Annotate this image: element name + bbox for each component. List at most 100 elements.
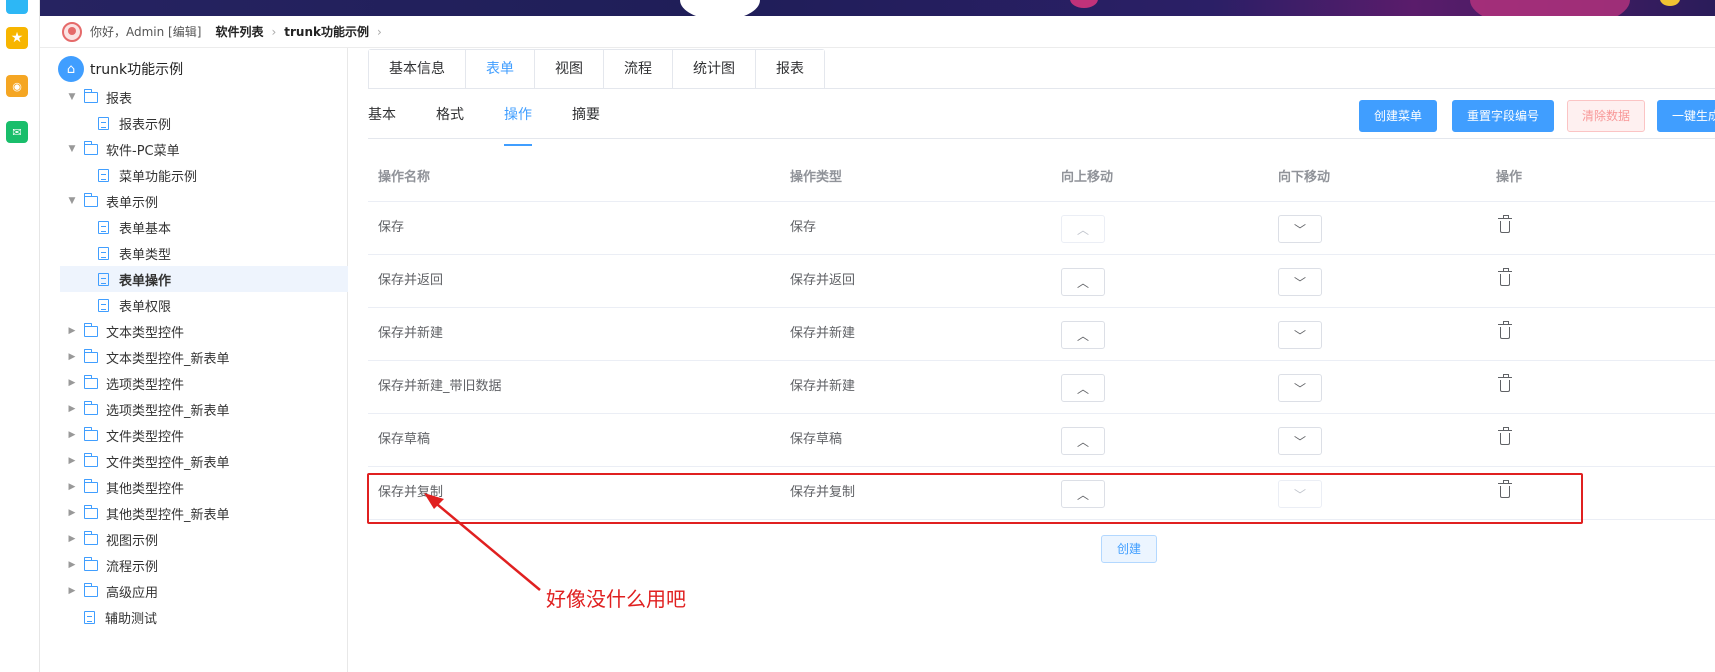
caret-right-icon[interactable]: ▶ — [66, 378, 78, 388]
caret-right-icon[interactable]: ▶ — [66, 586, 78, 596]
subtab-summary[interactable]: 摘要 — [572, 100, 600, 138]
document-icon — [98, 272, 109, 286]
th-actions: 操作 — [1496, 170, 1523, 185]
tab-view[interactable]: 视图 — [535, 50, 604, 89]
trash-icon[interactable] — [1498, 215, 1512, 233]
tree-node[interactable]: 报表示例 — [98, 110, 171, 136]
caret-right-icon[interactable]: ▶ — [66, 430, 78, 440]
tab-flow[interactable]: 流程 — [604, 50, 673, 89]
subtab-operation[interactable]: 操作 — [504, 100, 532, 146]
move-up-button[interactable]: ︿ — [1061, 268, 1105, 296]
sub-tabs: 基本 格式 操作 摘要 — [368, 100, 640, 146]
move-down-button[interactable]: ﹀ — [1278, 374, 1322, 402]
breadcrumb-trunk[interactable]: trunk功能示例 — [284, 23, 369, 40]
tree-root[interactable]: ⌂ trunk功能示例 — [58, 56, 183, 82]
tree-node[interactable]: ▼ 表单示例 — [66, 188, 158, 214]
caret-right-icon[interactable]: ▶ — [66, 534, 78, 544]
trash-icon[interactable] — [1498, 374, 1512, 392]
tree-node[interactable]: 表单基本 — [98, 214, 171, 240]
caret-down-icon[interactable]: ▼ — [66, 92, 78, 102]
caret-right-icon[interactable]: ▶ — [66, 352, 78, 362]
folder-icon — [84, 530, 98, 545]
caret-right-icon[interactable]: ▶ — [66, 404, 78, 414]
cell-op-name: 保存草稿 — [378, 432, 431, 447]
tree-node[interactable]: ▼ 软件-PC菜单 — [66, 136, 180, 162]
breadcrumb-software-list[interactable]: 软件列表 — [215, 23, 263, 40]
move-down-button[interactable]: ﹀ — [1278, 321, 1322, 349]
tab-basic-info[interactable]: 基本信息 — [369, 50, 466, 89]
create-button[interactable]: 创建 — [1101, 535, 1157, 563]
move-up-button[interactable]: ︿ — [1061, 321, 1105, 349]
tree-node-label: 文本类型控件 — [106, 325, 185, 341]
tree-node[interactable]: 辅助测试 — [84, 604, 157, 630]
tree-node[interactable]: ▶ 文本类型控件 — [66, 318, 184, 344]
table-row: 保存并新建 保存并新建 ︿ ﹀ — [368, 308, 1715, 361]
subtab-basic[interactable]: 基本 — [368, 100, 396, 138]
one-click-generate-button[interactable]: 一键生成 — [1657, 100, 1715, 132]
tree-node[interactable]: ▼ 报表 — [66, 84, 132, 110]
th-type: 操作类型 — [790, 170, 843, 185]
move-down-button[interactable]: ﹀ — [1278, 215, 1322, 243]
folder-icon — [84, 452, 98, 467]
avatar[interactable] — [62, 21, 82, 42]
move-up-button[interactable]: ︿ — [1061, 374, 1105, 402]
cell-op-type: 保存 — [790, 220, 817, 235]
tree-node[interactable]: 表单类型 — [98, 240, 171, 266]
table-row: 保存并返回 保存并返回 ︿ ﹀ — [368, 255, 1715, 308]
caret-right-icon[interactable]: ▶ — [66, 560, 78, 570]
tree-node[interactable]: ▶ 选项类型控件_新表单 — [66, 396, 230, 422]
tree-node[interactable]: ▶ 文本类型控件_新表单 — [66, 344, 230, 370]
tree-node-label: 表单权限 — [119, 299, 172, 315]
tree-node[interactable]: ▶ 其他类型控件_新表单 — [66, 500, 230, 526]
cell-op-type: 保存并返回 — [790, 273, 856, 288]
reset-field-no-button[interactable]: 重置字段编号 — [1452, 100, 1555, 132]
th-move-down: 向下移动 — [1278, 170, 1331, 185]
trash-icon[interactable] — [1498, 321, 1512, 339]
weibo-icon[interactable]: ◉ — [6, 75, 28, 97]
tab-report[interactable]: 报表 — [756, 50, 824, 89]
star-icon[interactable]: ★ — [6, 27, 28, 49]
tree-node[interactable]: ▶ 其他类型控件 — [66, 474, 184, 500]
tab-chart[interactable]: 统计图 — [673, 50, 756, 89]
caret-right-icon[interactable]: ▶ — [66, 326, 78, 336]
move-up-button[interactable]: ︿ — [1061, 215, 1105, 243]
tree-node[interactable]: ▶ 选项类型控件 — [66, 370, 184, 396]
folder-icon — [84, 348, 98, 363]
caret-right-icon[interactable]: ▶ — [66, 482, 78, 492]
tree-node[interactable]: 表单权限 — [98, 292, 171, 318]
caret-right-icon[interactable]: ▶ — [66, 456, 78, 466]
move-down-button[interactable]: ﹀ — [1278, 268, 1322, 296]
tree-node-label: 选项类型控件 — [106, 377, 185, 393]
tree-node[interactable]: ▶ 视图示例 — [66, 526, 158, 552]
folder-icon — [84, 88, 98, 103]
caret-right-icon[interactable]: ▶ — [66, 508, 78, 518]
app-icon[interactable] — [6, 0, 28, 14]
clear-data-button[interactable]: 清除数据 — [1567, 100, 1646, 132]
cell-op-type: 保存并新建 — [790, 379, 856, 394]
tab-form[interactable]: 表单 — [466, 50, 535, 89]
subtab-format[interactable]: 格式 — [436, 100, 464, 138]
tree-node[interactable]: ▶ 流程示例 — [66, 552, 158, 578]
tree-node[interactable]: 表单操作 — [60, 266, 348, 292]
tree-node[interactable]: 菜单功能示例 — [98, 162, 197, 188]
create-menu-button[interactable]: 创建菜单 — [1359, 100, 1438, 132]
tree-node-label: 其他类型控件 — [106, 481, 185, 497]
folder-icon — [84, 140, 98, 155]
th-move-up: 向上移动 — [1061, 170, 1114, 185]
tree-node[interactable]: ▶ 文件类型控件 — [66, 422, 184, 448]
trash-icon[interactable] — [1498, 427, 1512, 445]
caret-down-icon[interactable]: ▼ — [66, 196, 78, 206]
trash-icon[interactable] — [1498, 268, 1512, 286]
chevron-up-icon: ︿ — [1076, 275, 1089, 290]
annotation-highlight-box — [367, 473, 1583, 524]
mail-icon[interactable]: ✉ — [6, 121, 28, 143]
tree-root-label: trunk功能示例 — [90, 62, 184, 78]
move-down-button[interactable]: ﹀ — [1278, 427, 1322, 455]
tree-node[interactable]: ▶ 高级应用 — [66, 578, 158, 604]
greeting-text[interactable]: 你好，Admin [编辑] — [90, 23, 201, 40]
move-up-button[interactable]: ︿ — [1061, 427, 1105, 455]
caret-down-icon[interactable]: ▼ — [66, 144, 78, 154]
tree-node[interactable]: ▶ 文件类型控件_新表单 — [66, 448, 230, 474]
folder-icon — [84, 426, 98, 441]
tabs-divider — [368, 88, 1715, 89]
